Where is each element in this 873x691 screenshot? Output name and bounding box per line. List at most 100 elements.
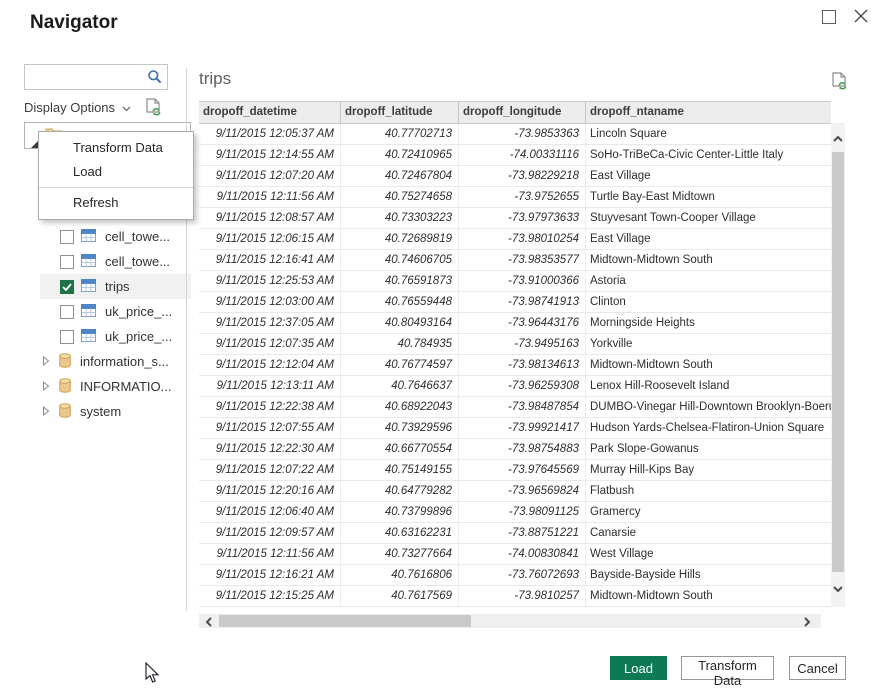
table-cell: Stuyvesant Town-Cooper Village — [586, 208, 831, 228]
display-options-dropdown[interactable]: Display Options — [24, 100, 131, 115]
table-cell: Midtown-Midtown South — [586, 250, 831, 270]
checkbox-unchecked[interactable] — [60, 230, 74, 244]
transform-data-button[interactable]: Transform Data — [681, 656, 774, 680]
navigator-dialog: Navigator Display Options cell_towe. — [0, 0, 873, 691]
table-cell: 40.72467804 — [341, 166, 459, 186]
menu-separator — [39, 187, 193, 188]
table-icon — [81, 279, 96, 295]
table-cell: Clinton — [586, 292, 831, 312]
menu-item-transform-data[interactable]: Transform Data — [39, 136, 193, 160]
table-row: 9/11/2015 12:16:41 AM40.74606705-73.9835… — [199, 250, 831, 271]
table-cell: 40.73277664 — [341, 544, 459, 564]
expand-chevron-icon[interactable] — [42, 379, 50, 394]
menu-item-refresh[interactable]: Refresh — [39, 191, 193, 215]
table-cell: 40.73799896 — [341, 502, 459, 522]
table-cell: Bayside-Bayside Hills — [586, 565, 831, 585]
tree-item-trips[interactable]: trips — [24, 274, 189, 299]
preview-title: trips — [199, 69, 231, 89]
tree-item-ukprice[interactable]: uk_price_... — [24, 299, 189, 324]
tree-item-system[interactable]: system — [24, 399, 189, 424]
database-icon — [59, 353, 71, 371]
table-cell: 40.72689819 — [341, 229, 459, 249]
table-cell: -73.98487854 — [459, 397, 586, 417]
column-header-dropoff_longitude[interactable]: dropoff_longitude — [459, 102, 586, 123]
horizontal-scroll-thumb[interactable] — [219, 615, 471, 627]
menu-item-load[interactable]: Load — [39, 160, 193, 184]
display-options-label: Display Options — [24, 100, 115, 115]
column-header-dropoff_datetime[interactable]: dropoff_datetime — [199, 102, 341, 123]
table-cell: -73.96259308 — [459, 376, 586, 396]
table-cell: 9/11/2015 12:11:56 AM — [199, 187, 341, 207]
tree-item-label: cell_towe... — [105, 229, 170, 244]
refresh-preview-icon[interactable] — [831, 72, 849, 97]
column-header-dropoff_latitude[interactable]: dropoff_latitude — [341, 102, 459, 123]
table-cell: 9/11/2015 12:09:57 AM — [199, 523, 341, 543]
checkbox-unchecked[interactable] — [60, 255, 74, 269]
table-cell: East Village — [586, 229, 831, 249]
table-cell: 9/11/2015 12:16:21 AM — [199, 565, 341, 585]
table-row: 9/11/2015 12:13:11 AM40.7646637-73.96259… — [199, 376, 831, 397]
page-title: Navigator — [30, 12, 118, 34]
table-cell: Lincoln Square — [586, 124, 831, 144]
checkbox-checked[interactable] — [60, 280, 74, 294]
table-cell: 9/11/2015 12:16:41 AM — [199, 250, 341, 270]
table-cell: 40.75149155 — [341, 460, 459, 480]
tree-item-informations[interactable]: information_s... — [24, 349, 189, 374]
table-cell: 40.77702713 — [341, 124, 459, 144]
table-cell: 9/11/2015 12:22:30 AM — [199, 439, 341, 459]
expand-chevron-icon[interactable] — [42, 354, 50, 369]
table-cell: Canarsie — [586, 523, 831, 543]
table-cell: -73.98754883 — [459, 439, 586, 459]
search-input[interactable] — [29, 67, 145, 87]
cancel-button[interactable]: Cancel — [789, 656, 846, 680]
table-row: 9/11/2015 12:03:00 AM40.76559448-73.9874… — [199, 292, 831, 313]
table-cell: 9/11/2015 12:25:53 AM — [199, 271, 341, 291]
table-cell: -73.98010254 — [459, 229, 586, 249]
search-icon[interactable] — [147, 69, 162, 89]
scroll-down-icon[interactable] — [832, 581, 844, 599]
tree-item-label: system — [80, 404, 121, 419]
search-box — [24, 64, 168, 90]
table-row: 9/11/2015 12:20:16 AM40.64779282-73.9656… — [199, 481, 831, 502]
scroll-left-icon[interactable] — [204, 615, 214, 633]
tree-item-celltowe[interactable]: cell_towe... — [24, 224, 189, 249]
table-cell: 40.80493164 — [341, 313, 459, 333]
table-cell: -74.00830841 — [459, 544, 586, 564]
table-row: 9/11/2015 12:09:57 AM40.63162231-73.8875… — [199, 523, 831, 544]
table-row: 9/11/2015 12:16:21 AM40.7616806-73.76072… — [199, 565, 831, 586]
tree-item-informatio[interactable]: INFORMATIO... — [24, 374, 189, 399]
tree-item-ukprice[interactable]: uk_price_... — [24, 324, 189, 349]
tree-item-celltowe[interactable]: cell_towe... — [24, 249, 189, 274]
maximize-icon[interactable] — [822, 10, 836, 24]
table-cell: -73.98091125 — [459, 502, 586, 522]
table-cell: 9/11/2015 12:07:20 AM — [199, 166, 341, 186]
vertical-scrollbar[interactable] — [831, 123, 845, 607]
table-cell: 9/11/2015 12:14:55 AM — [199, 145, 341, 165]
checkbox-unchecked[interactable] — [60, 330, 74, 344]
context-menu: Transform DataLoad Refresh — [38, 131, 194, 220]
horizontal-scrollbar[interactable] — [199, 614, 821, 628]
expand-chevron-icon[interactable] — [42, 404, 50, 419]
table-row: 9/11/2015 12:07:20 AM40.72467804-73.9822… — [199, 166, 831, 187]
table-cell: 40.64779282 — [341, 481, 459, 501]
refresh-sidebar-icon[interactable] — [145, 98, 163, 123]
table-cell: 9/11/2015 12:07:22 AM — [199, 460, 341, 480]
table-cell: Murray Hill-Kips Bay — [586, 460, 831, 480]
table-icon — [81, 329, 96, 345]
scroll-right-icon[interactable] — [802, 615, 812, 633]
table-cell: 40.73929596 — [341, 418, 459, 438]
checkbox-unchecked[interactable] — [60, 305, 74, 319]
table-cell: 9/11/2015 12:08:57 AM — [199, 208, 341, 228]
table-icon — [81, 229, 96, 245]
scroll-up-icon[interactable] — [832, 131, 844, 149]
table-cell: 40.75274658 — [341, 187, 459, 207]
vertical-scroll-thumb[interactable] — [832, 152, 844, 572]
table-cell: -73.9853363 — [459, 124, 586, 144]
table-cell: 40.66770554 — [341, 439, 459, 459]
close-icon[interactable] — [853, 8, 869, 24]
tree-item-label: uk_price_... — [105, 304, 172, 319]
table-row: 9/11/2015 12:14:55 AM40.72410965-74.0033… — [199, 145, 831, 166]
tree-item-label: information_s... — [80, 354, 169, 369]
load-button[interactable]: Load — [610, 656, 667, 680]
column-header-dropoff_ntaname[interactable]: dropoff_ntaname — [586, 102, 831, 123]
